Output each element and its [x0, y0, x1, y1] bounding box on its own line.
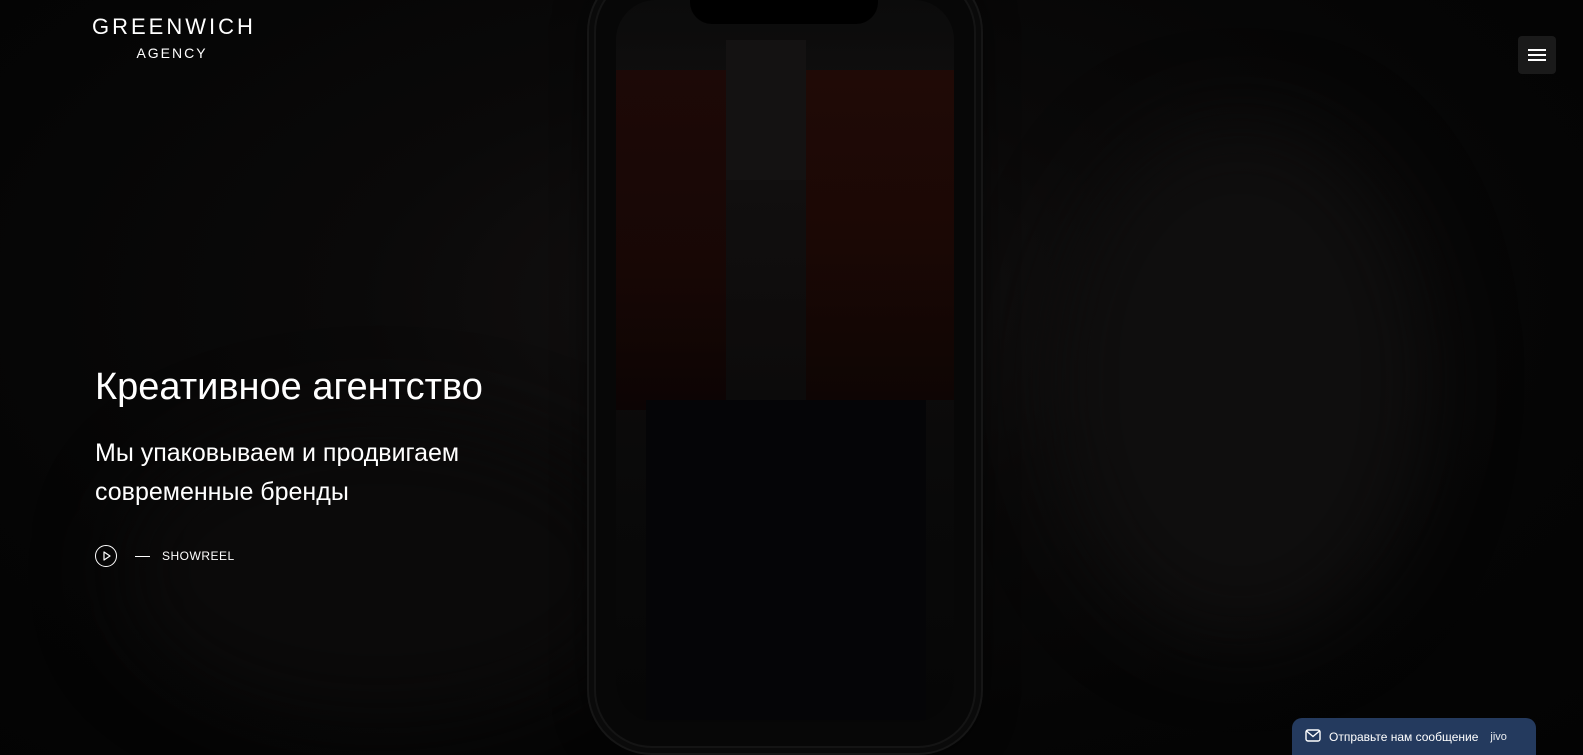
screen-shape	[616, 70, 726, 410]
chat-widget-brand: jivo	[1490, 730, 1507, 743]
background-shape	[1050, 120, 1430, 640]
hero-subtitle: Мы упаковываем и продвигаем современные …	[95, 439, 460, 506]
hero-title: Креативное агентство	[95, 366, 483, 408]
menu-line	[1528, 54, 1546, 56]
showreel-dash	[135, 555, 150, 557]
showreel-label: SHOWREEL	[162, 549, 235, 563]
site-logo[interactable]: GREENWICH AGENCY	[92, 14, 256, 62]
logo-sub-text: AGENCY	[136, 45, 208, 61]
phone-mockup	[596, 0, 974, 746]
menu-line	[1528, 59, 1546, 61]
play-icon[interactable]	[95, 545, 117, 567]
screen-shape	[646, 400, 926, 720]
phone-notch	[690, 0, 878, 24]
chat-widget-label: Отправьте нам сообщение	[1329, 729, 1479, 744]
message-icon	[1305, 728, 1321, 747]
phone-screen-video	[616, 0, 954, 722]
menu-line	[1528, 49, 1546, 51]
logo-main-text: GREENWICH	[92, 14, 256, 39]
screen-shape	[726, 40, 806, 180]
chat-widget-button[interactable]: Отправьте нам сообщение jivo	[1292, 718, 1536, 755]
hero-section: GREENWICH AGENCY Креативное агентство Мы…	[0, 0, 1583, 755]
showreel-button[interactable]: SHOWREEL	[95, 544, 235, 568]
hamburger-menu-icon[interactable]	[1518, 36, 1556, 74]
screen-shape	[806, 70, 954, 400]
